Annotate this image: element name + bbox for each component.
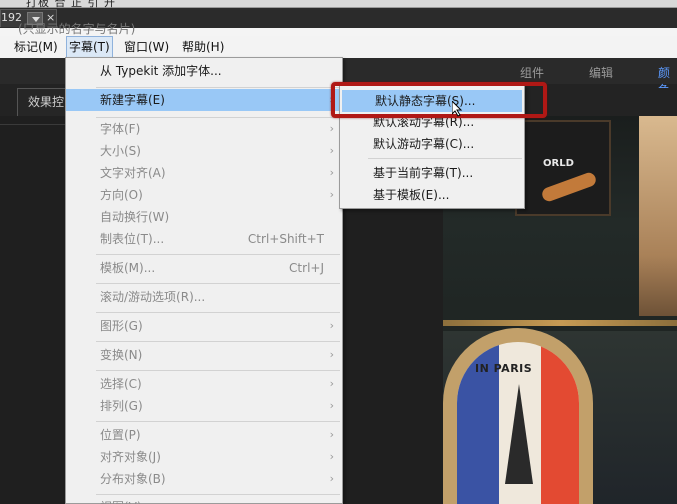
menu-item-templates[interactable]: 模板(M)... Ctrl+J [66,257,342,279]
eiffel-tower-drawing [505,384,533,484]
menu-separator [96,370,340,371]
menu-item-label: 排列(G) [100,399,143,413]
menu-item-position[interactable]: 位置(P) › [66,424,342,446]
submenu-arrow-icon: › [329,122,334,135]
menu-item-label: 图形(G) [100,319,143,333]
title-bar: (只显示的名字与名片) [0,22,677,36]
menu-item-arrange[interactable]: 排列(G) › [66,395,342,417]
menu-item-graphics[interactable]: 图形(G) › [66,315,342,337]
submenu-arrow-icon: › [329,377,334,390]
title-bar-text: (只显示的名字与名片) [18,22,136,36]
highlight-annotation-box [331,82,547,118]
submenu-arrow-icon: › [329,399,334,412]
submenu-arrow-icon: › [329,472,334,485]
menu-help[interactable]: 帮助(H) [180,36,226,58]
menu-separator [96,87,340,88]
menu-marker[interactable]: 标记(M) [12,36,60,58]
submenu-arrow-icon: › [329,144,334,157]
menu-item-select[interactable]: 选择(C) › [66,373,342,395]
submenu-separator [368,158,522,159]
menu-item-label: 模板(M)... [100,261,156,275]
menu-item-add-typekit-fonts[interactable]: 从 Typekit 添加字体... [66,60,342,82]
tab-effect-controls[interactable]: 效果控 [17,88,67,116]
menu-item-label: 视图(V) [100,496,142,504]
menu-item-shortcut: Ctrl+J [289,261,324,275]
menu-item-word-wrap[interactable]: 自动换行(W) [66,206,342,228]
flag-red-stripe [541,342,579,504]
submenu-arrow-icon: › [329,166,334,179]
menu-item-label: 从 Typekit 添加字体... [100,64,222,78]
menu-separator [96,494,340,495]
menu-bar: 标记(M) 字幕(T) 窗口(W) 帮助(H) [0,36,677,58]
submenu-arrow-icon: › [329,428,334,441]
menu-separator [96,283,340,284]
menu-item-text-align[interactable]: 文字对齐(A) › [66,162,342,184]
photo-gold-trim [443,320,677,326]
menu-item-label: 对齐对象(J) [100,450,161,464]
panel-divider [0,124,65,125]
menu-item-label: 选择(C) [100,377,142,391]
submenu-item-label: 基于模板(E)... [373,188,450,202]
menu-window[interactable]: 窗口(W) [122,36,171,58]
photo-window [639,116,677,316]
menu-item-font[interactable]: 字体(F) › [66,118,342,140]
menu-item-tab-stops[interactable]: 制表位(T)... Ctrl+Shift+T [66,228,342,250]
menu-separator [96,421,340,422]
submenu-item-label: 基于当前字幕(T)... [373,166,474,180]
menu-item-label: 方向(O) [100,188,143,202]
menu-item-roll-crawl-options[interactable]: 滚动/游动选项(R)... [66,286,342,308]
menu-item-label: 变换(N) [100,348,143,362]
menu-item-label: 文字对齐(A) [100,166,166,180]
menu-item-label: 位置(P) [100,428,141,442]
submenu-item-default-crawl[interactable]: 默认游动字幕(C)... [340,133,524,155]
menu-item-view[interactable]: 视图(V) [66,496,342,504]
menu-item-size[interactable]: 大小(S) › [66,140,342,162]
submenu-item-based-on-template[interactable]: 基于模板(E)... [340,184,524,206]
menu-item-label: 滚动/游动选项(R)... [100,290,206,304]
chalkboard-text: ORLD [543,158,574,169]
submenu-arrow-icon: › [329,188,334,201]
workspace-assembly[interactable]: 组件 [520,64,544,81]
menu-separator [96,312,340,313]
workspace-editing[interactable]: 编辑 [589,64,613,81]
menu-item-distribute-objects[interactable]: 分布对象(B) › [66,468,342,490]
submenu-item-label: 默认游动字幕(C)... [373,137,475,151]
photo-chalkboard: ORLD [515,120,611,216]
menu-title[interactable]: 字幕(T) [66,36,113,58]
menu-separator [96,341,340,342]
title-menu-dropdown: 从 Typekit 添加字体... 新建字幕(E) › 字体(F) › 大小(S… [65,57,343,504]
menu-item-shortcut: Ctrl+Shift+T [247,232,324,246]
menu-item-orientation[interactable]: 方向(O) › [66,184,342,206]
menu-item-label: 自动换行(W) [100,210,170,224]
menu-item-label: 分布对象(B) [100,472,166,486]
menu-item-transform[interactable]: 变换(N) › [66,344,342,366]
submenu-item-based-on-current[interactable]: 基于当前字幕(T)... [340,162,524,184]
submenu-arrow-icon: › [329,348,334,361]
menu-item-label: 制表位(T)... [100,232,165,246]
bread-drawing [540,170,598,204]
submenu-arrow-icon: › [329,319,334,332]
menu-separator [96,254,340,255]
menu-item-label: 新建字幕(E) [100,93,165,107]
chair-text: IN PARIS [475,362,533,375]
submenu-arrow-icon: › [329,450,334,463]
photo-chair-back: IN PARIS [457,342,579,504]
menu-item-new-title[interactable]: 新建字幕(E) › [66,89,342,111]
menu-item-label: 字体(F) [100,122,141,136]
menu-item-label: 大小(S) [100,144,141,158]
menu-item-align-objects[interactable]: 对齐对象(J) › [66,446,342,468]
cut-top-strip: 打板 合 正 引 开 [0,0,677,9]
